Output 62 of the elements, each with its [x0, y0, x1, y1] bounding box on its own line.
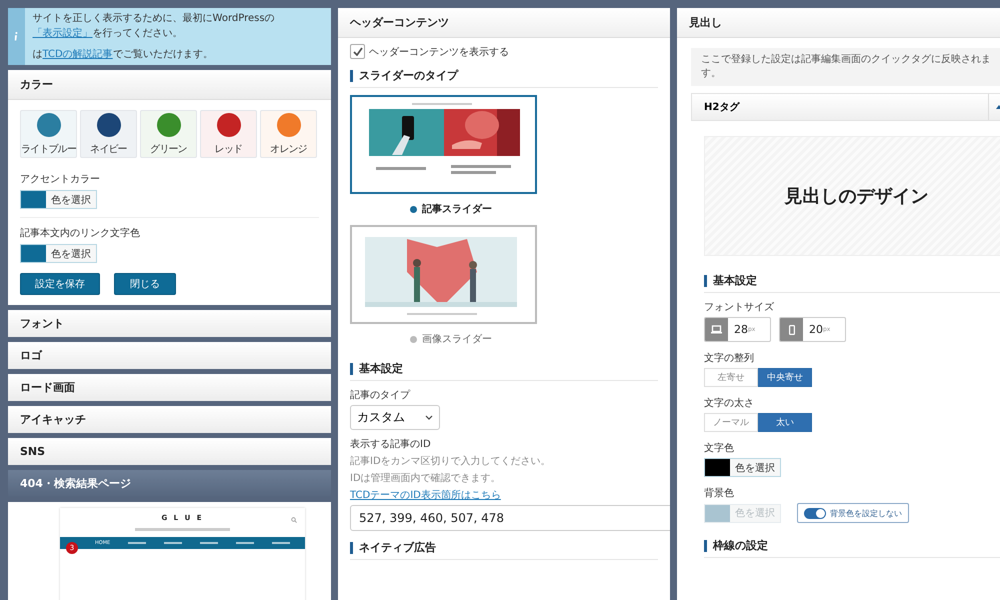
section-heading: 枠線の設定	[713, 538, 768, 553]
option-label: 記事スライダー	[422, 202, 492, 216]
close-button[interactable]: 閉じる	[114, 273, 176, 295]
segment-button[interactable]: 太い	[758, 413, 812, 432]
smartphone-icon	[788, 324, 794, 334]
heading-marker	[350, 362, 353, 374]
accordion-header[interactable]: ロード画面	[8, 374, 331, 401]
color-picker-button[interactable]: 色を選択	[20, 190, 97, 209]
heading-marker	[350, 70, 353, 82]
checkmark-icon	[352, 47, 362, 56]
accordion-header[interactable]: アイキャッチ	[8, 406, 331, 433]
post-type-select[interactable]: カスタム	[350, 405, 440, 430]
heading-marker	[704, 540, 707, 552]
accordion-header[interactable]: 404・検索結果ページ	[8, 470, 331, 497]
accordion-header[interactable]: フォント	[8, 310, 331, 337]
laptop-icon	[711, 325, 722, 334]
field-label: 文字色	[704, 442, 735, 455]
post-id-input[interactable]: 527, 399, 460, 507, 478	[350, 505, 670, 531]
radio-dot	[410, 336, 417, 342]
info-icon	[14, 32, 18, 41]
color-picker-button[interactable]: 色を選択	[20, 244, 97, 263]
segment-button[interactable]: 左寄せ	[704, 368, 758, 387]
field-label: 記事本文内のリンク文字色	[20, 226, 141, 240]
radio-dot	[410, 206, 417, 212]
help-text: 記事IDをカンマ区切りで入力してください。	[350, 454, 552, 468]
chevron-down-icon	[425, 415, 433, 420]
color-preset[interactable]: グリーン	[140, 110, 197, 158]
field-label: アクセントカラー	[20, 173, 101, 186]
accordion-header[interactable]: H2タグ	[691, 93, 1000, 121]
color-preset[interactable]: レッド	[200, 110, 257, 158]
field-label: 文字の整列	[704, 352, 755, 365]
help-text: IDは管理画面内で確認できます。	[350, 472, 502, 485]
heading-marker	[350, 542, 353, 554]
segment-button[interactable]: 中央寄せ	[758, 368, 812, 387]
section-heading: 基本設定	[359, 361, 403, 376]
checkbox-label: ヘッダーコンテンツを表示する	[369, 46, 509, 58]
option-label: 画像スライダー	[422, 333, 492, 346]
accordion-header[interactable]: ロゴ	[8, 342, 331, 369]
caret-up-icon	[996, 105, 1000, 109]
help-link[interactable]: TCDテーマのID表示箇所はこちら	[350, 488, 658, 502]
color-picker-button[interactable]: 色を選択	[704, 458, 781, 477]
field-label: フォントサイズ	[704, 301, 775, 314]
heading-marker	[704, 274, 707, 286]
section-heading: ネイティブ広告	[359, 540, 436, 555]
field-label: 記事のタイプ	[350, 388, 412, 402]
color-preset[interactable]: ネイビー	[80, 110, 137, 158]
notice-text: ここで登録した設定は記事編集画面のクイックタグに反映されます。	[691, 48, 1000, 86]
field-label: 文字の太さ	[704, 396, 755, 410]
notice-text: はTCDの解説記事でご覧いただけます。	[32, 48, 214, 62]
color-preset[interactable]: ライトブルー	[20, 110, 77, 158]
section-heading: スライダーのタイプ	[359, 68, 458, 83]
field-label: 背景色	[704, 486, 735, 500]
color-preset[interactable]: オレンジ	[260, 110, 317, 158]
save-button[interactable]: 設定を保存	[20, 273, 100, 295]
accordion-header[interactable]: SNS	[8, 438, 331, 465]
checkbox[interactable]	[350, 44, 365, 59]
field-label: 表示する記事のID	[350, 438, 432, 451]
notice-text: サイトを正しく表示するために、最初にWordPressの 「表示設定」を行ってください。	[32, 12, 276, 41]
heading-preview: 見出しのデザイン	[704, 136, 1000, 256]
segment-button[interactable]: ノーマル	[704, 413, 758, 432]
search-icon	[291, 517, 297, 523]
section-heading: 基本設定	[713, 273, 757, 288]
